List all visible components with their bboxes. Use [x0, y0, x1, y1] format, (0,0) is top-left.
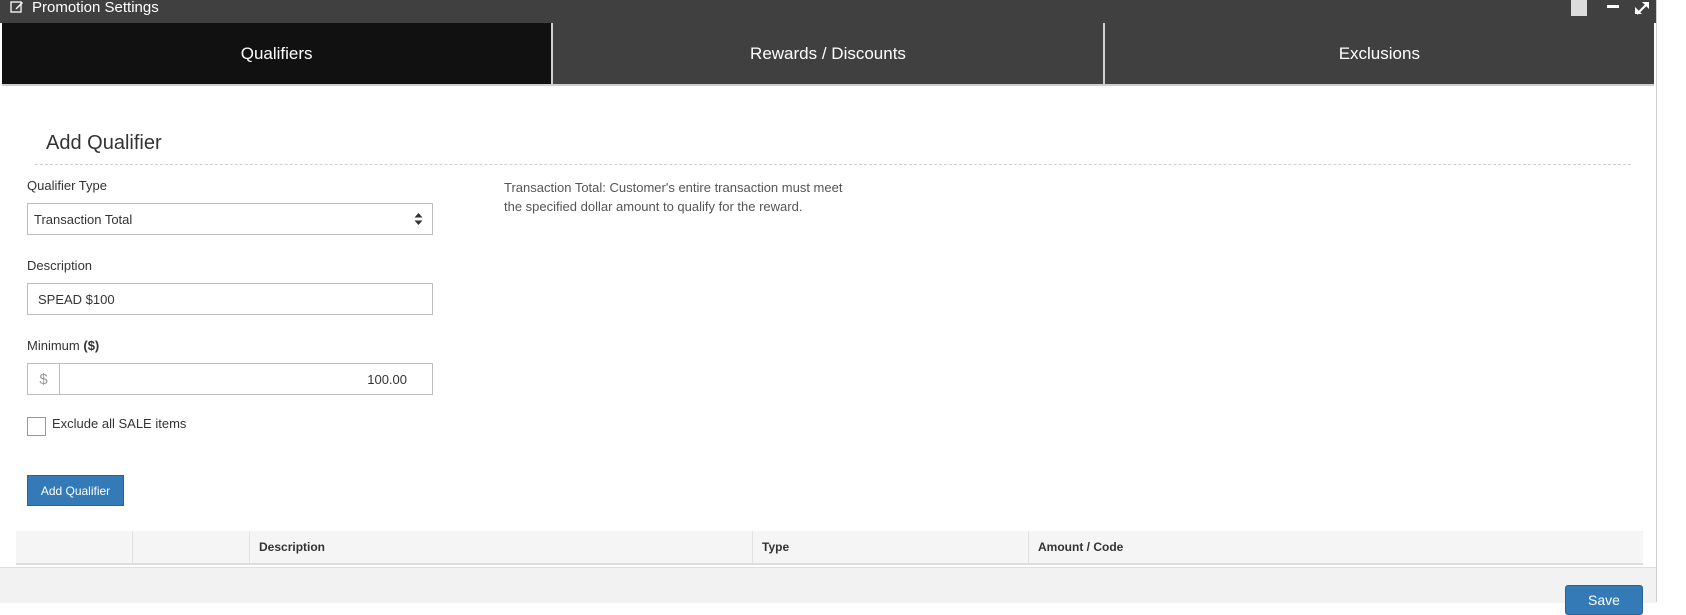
column-header-blank-2 — [132, 531, 249, 563]
minimum-input[interactable]: $ 100.00 — [27, 363, 433, 395]
section-title: Add Qualifier — [46, 132, 162, 154]
qualifier-help-text: Transaction Total: Customer's entire tra… — [504, 180, 843, 214]
window-title: Promotion Settings — [32, 0, 159, 16]
tab-qualifiers[interactable]: Qualifiers — [2, 23, 552, 86]
promotion-settings-panel: Promotion Settings Qualifiers Rewards / … — [0, 0, 1657, 615]
column-header-blank-1 — [16, 531, 132, 563]
section-divider — [35, 164, 1631, 165]
minimize-icon[interactable] — [1604, 0, 1622, 16]
select-arrows-icon — [414, 213, 423, 225]
exclude-sale-label: Exclude all SALE items — [52, 416, 187, 431]
edit-icon — [10, 1, 23, 13]
column-header-type: Type — [752, 531, 1028, 563]
description-input[interactable]: SPEAD $100 — [27, 283, 433, 315]
tab-exclusions[interactable]: Exclusions — [1102, 23, 1654, 86]
qualifier-table-header: Description Type Amount / Code — [16, 531, 1643, 565]
qualifier-type-label: Qualifier Type — [27, 178, 107, 193]
exclude-sale-checkbox[interactable] — [27, 417, 46, 436]
tab-bar: Qualifiers Rewards / Discounts Exclusion… — [2, 23, 1654, 86]
minimum-unit: ($) — [83, 338, 100, 353]
description-label: Description — [27, 258, 93, 273]
save-button[interactable]: Save — [1565, 585, 1643, 615]
column-header-amount-code: Amount / Code — [1028, 531, 1643, 563]
square-icon[interactable] — [1571, 0, 1587, 16]
tab-rewards-discounts[interactable]: Rewards / Discounts — [551, 23, 1103, 86]
description-value: SPEAD $100 — [38, 292, 115, 307]
qualifier-type-value: Transaction Total — [34, 212, 133, 227]
title-bar: Promotion Settings — [0, 0, 1656, 23]
column-header-description: Description — [249, 531, 752, 563]
expand-icon[interactable] — [1633, 0, 1651, 16]
panel-footer — [0, 567, 1656, 603]
minimum-label-text: Minimum — [27, 338, 80, 353]
dollar-prefix: $ — [28, 364, 60, 394]
qualifier-type-select[interactable]: Transaction Total — [27, 203, 433, 235]
add-qualifier-button[interactable]: Add Qualifier — [27, 475, 124, 506]
minimum-value: 100.00 — [367, 372, 407, 387]
minimum-label: Minimum ($) — [27, 338, 99, 353]
